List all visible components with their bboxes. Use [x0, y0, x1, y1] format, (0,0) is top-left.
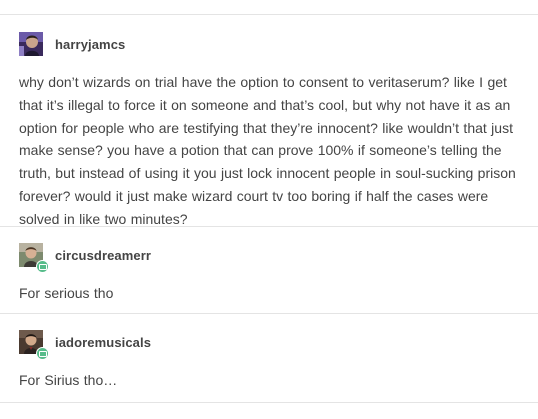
post-harryjamcs: harryjamcs why don’t wizards on trial ha…	[19, 32, 524, 231]
post-header: circusdreamerr	[19, 243, 524, 273]
avatar[interactable]	[19, 32, 43, 56]
post-body-text: For Sirius tho…	[19, 372, 118, 388]
post-divider	[0, 313, 538, 314]
bottom-divider	[0, 402, 538, 403]
post-body-text: For serious tho	[19, 285, 114, 301]
post-header: harryjamcs	[19, 32, 524, 56]
green-badge-icon	[36, 347, 49, 360]
post-header: iadoremusicals	[19, 330, 524, 360]
username[interactable]: iadoremusicals	[55, 335, 151, 350]
post-iadoremusicals: iadoremusicals For Sirius tho…	[19, 330, 524, 392]
green-badge-icon	[36, 260, 49, 273]
post-divider	[0, 226, 538, 227]
post-circusdreamerr: circusdreamerr For serious tho	[19, 243, 524, 305]
username[interactable]: harryjamcs	[55, 37, 125, 52]
purple-portrait-avatar-icon	[19, 32, 43, 56]
post-body-text: why don’t wizards on trial have the opti…	[19, 74, 516, 227]
top-divider	[0, 14, 538, 15]
username[interactable]: circusdreamerr	[55, 248, 151, 263]
avatar[interactable]	[19, 330, 49, 360]
avatar[interactable]	[19, 243, 49, 273]
